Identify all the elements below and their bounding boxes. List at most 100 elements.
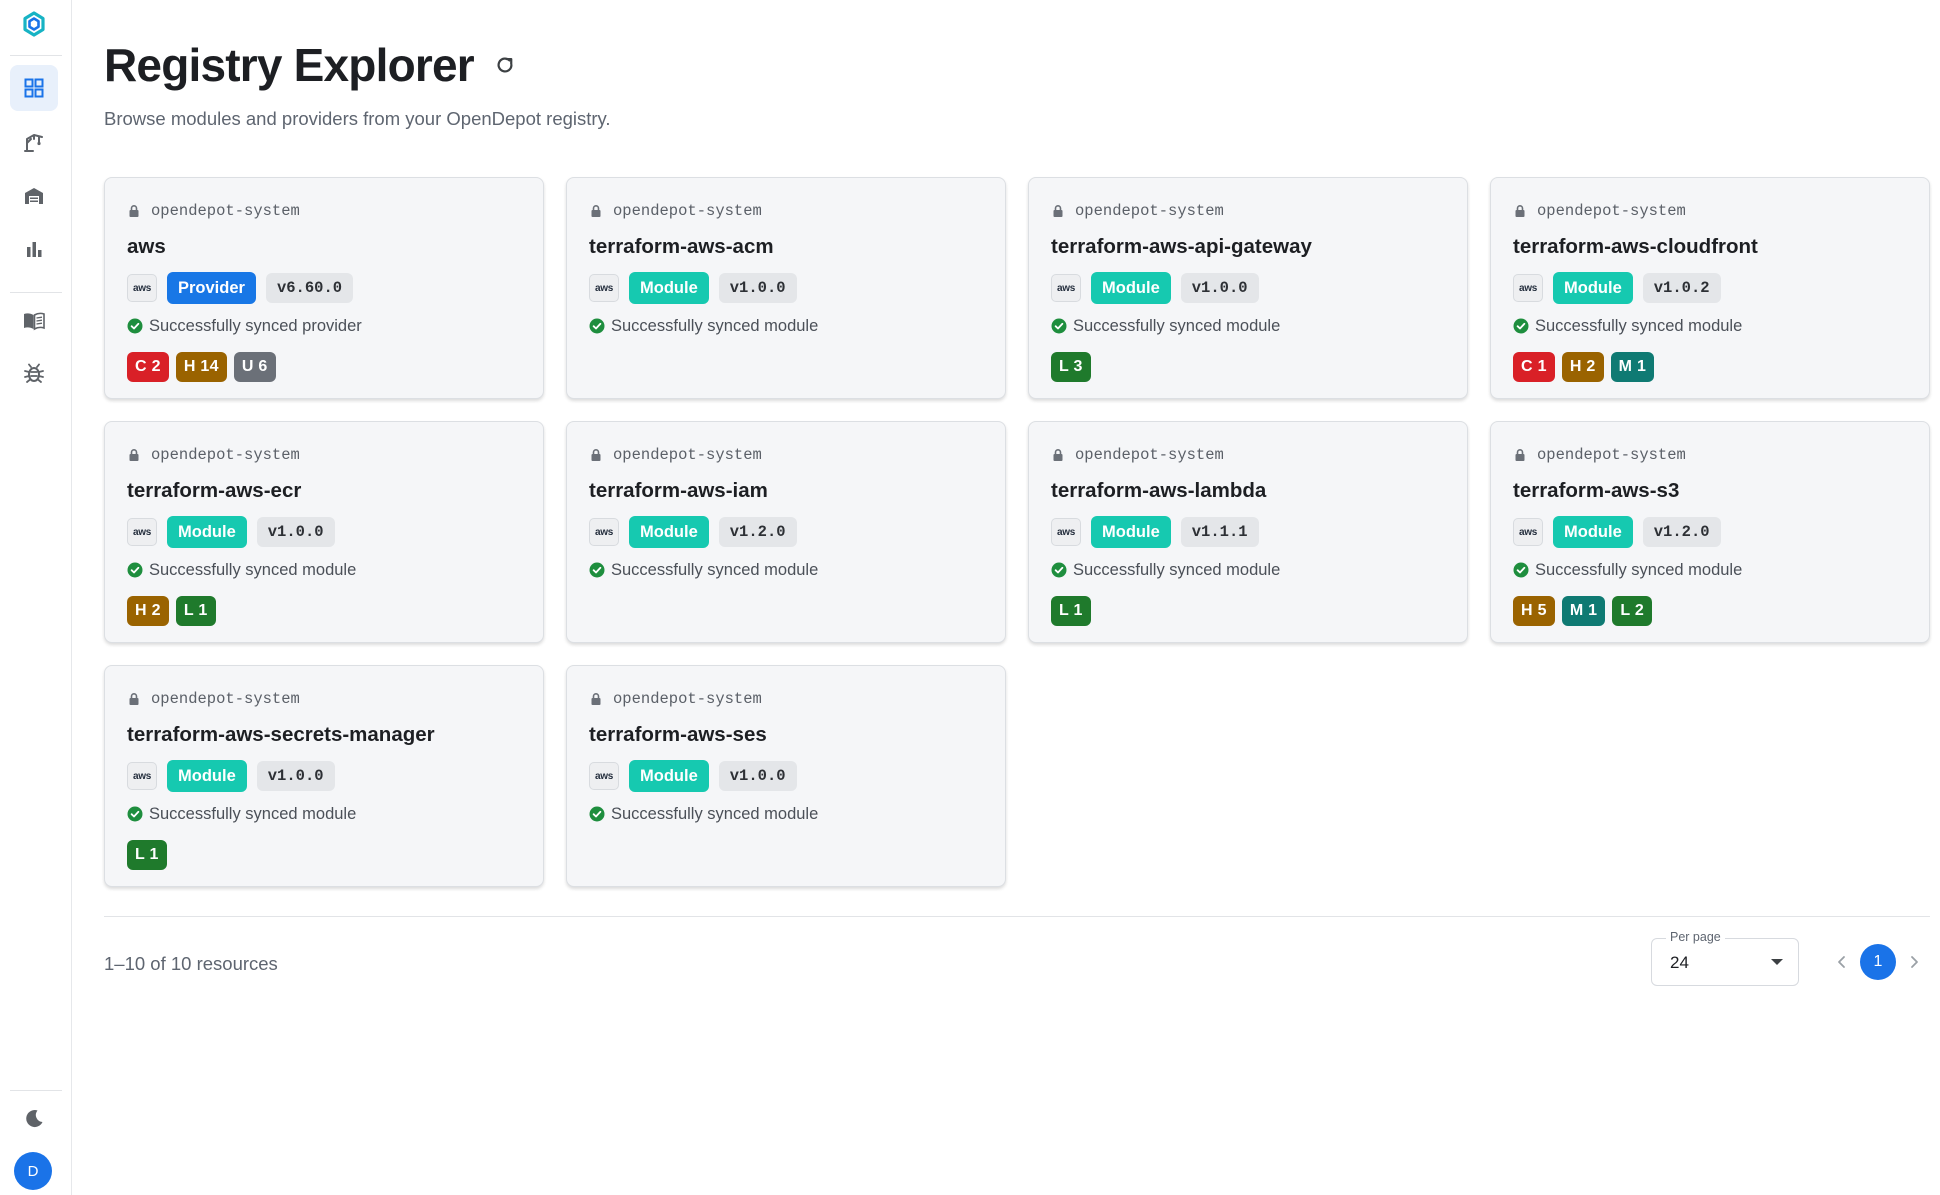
resource-card[interactable]: opendepot-system terraform-aws-cloudfront… <box>1490 177 1930 399</box>
version-badge: v1.0.0 <box>256 761 335 791</box>
next-page-button[interactable] <box>1896 944 1932 980</box>
check-circle-icon <box>127 318 143 334</box>
kind-badge: Provider <box>167 272 256 304</box>
tag-row: aws Provider v6.60.0 <box>127 272 521 304</box>
footer-divider <box>104 916 1930 917</box>
aws-logo-text: aws <box>1518 282 1537 294</box>
aws-logo-icon: aws <box>1051 518 1081 546</box>
tag-row: aws Module v1.0.0 <box>1051 272 1445 304</box>
per-page-label: Per page <box>1666 930 1725 944</box>
nav-analytics[interactable] <box>10 226 58 272</box>
previous-page-button[interactable] <box>1824 944 1860 980</box>
version-badge: v1.0.0 <box>1180 273 1259 303</box>
version-badge: v1.0.0 <box>718 273 797 303</box>
aws-logo-icon: aws <box>589 274 619 302</box>
sidebar: D <box>0 0 72 1195</box>
resource-grid: opendepot-system aws aws Provider v6.60.0 Suc… <box>104 177 1930 887</box>
severity-badge-h[interactable]: H 2 <box>1561 352 1604 382</box>
avatar[interactable]: D <box>14 1152 52 1190</box>
book-icon <box>24 312 45 331</box>
sync-status: Successfully synced module <box>1513 559 1907 581</box>
severity-badges <box>589 352 983 382</box>
sync-status: Successfully synced module <box>1051 559 1445 581</box>
check-circle-icon <box>589 318 605 334</box>
severity-badge-c[interactable]: C 1 <box>1513 352 1555 382</box>
theme-toggle-button[interactable] <box>10 1096 58 1142</box>
sync-status: Successfully synced module <box>589 315 983 337</box>
bug-icon <box>24 363 44 383</box>
refresh-icon <box>497 57 513 73</box>
lock-icon <box>129 693 139 705</box>
severity-badges <box>589 596 983 626</box>
severity-badge-l[interactable]: L 1 <box>127 840 167 870</box>
aws-logo-icon: aws <box>127 274 157 302</box>
aws-logo-icon: aws <box>1513 518 1543 546</box>
severity-badge-h[interactable]: H 2 <box>127 596 169 626</box>
severity-badges: C 2H 14 U 6 <box>127 352 521 382</box>
sync-status-text: Successfully synced module <box>1535 560 1743 579</box>
pagination: 1 <box>1824 944 1932 980</box>
nav-depots[interactable] <box>10 173 58 219</box>
severity-badge-c[interactable]: C 2 <box>127 352 169 382</box>
resource-card[interactable]: opendepot-system terraform-aws-api-gatewa… <box>1028 177 1468 399</box>
resource-name: terraform-aws-ses <box>589 723 767 746</box>
resource-card[interactable]: opendepot-system terraform-aws-s3 aws Modul… <box>1490 421 1930 643</box>
nav-issues[interactable] <box>10 350 58 396</box>
resource-card[interactable]: opendepot-system terraform-aws-ses aws Modu… <box>566 665 1006 887</box>
severity-badge-l[interactable]: L 1 <box>1051 596 1091 626</box>
namespace-label: opendepot-system <box>613 690 762 708</box>
sync-status: Successfully synced module <box>1513 315 1907 337</box>
severity-badge-l[interactable]: L 1 <box>175 596 216 626</box>
kind-badge: Module <box>167 760 247 792</box>
tag-row: aws Module v1.0.0 <box>127 760 521 792</box>
opendepot-logo-icon[interactable] <box>20 10 48 38</box>
resource-card[interactable]: opendepot-system terraform-aws-iam aws Modu… <box>566 421 1006 643</box>
resource-card[interactable]: opendepot-system terraform-aws-acm aws Modu… <box>566 177 1006 399</box>
severity-badge-m[interactable]: M 1 <box>1610 352 1655 382</box>
severity-badge-l[interactable]: L 3 <box>1051 352 1091 382</box>
sync-status-text: Successfully synced provider <box>149 316 362 335</box>
resource-card[interactable]: opendepot-system aws aws Provider v6.60.0 Suc… <box>104 177 544 399</box>
page-subtitle: Browse modules and providers from your O… <box>104 108 611 129</box>
aws-logo-text: aws <box>1056 526 1075 538</box>
namespace-row: opendepot-system <box>589 201 983 221</box>
resource-name: terraform-aws-ecr <box>127 479 302 502</box>
page-button-current[interactable]: 1 <box>1860 944 1896 980</box>
aws-logo-text: aws <box>594 282 613 294</box>
sync-status-text: Successfully synced module <box>1073 560 1281 579</box>
page-header: Registry Explorer <box>104 38 518 92</box>
severity-badge-h[interactable]: H 14 <box>175 352 227 382</box>
sync-status-text: Successfully synced module <box>1535 316 1743 335</box>
kind-badge: Module <box>1091 516 1171 548</box>
sync-status-text: Successfully synced module <box>149 560 357 579</box>
nav-registry-explorer[interactable] <box>10 65 58 111</box>
namespace-label: opendepot-system <box>151 690 300 708</box>
severity-badge-h[interactable]: H 5 <box>1513 596 1555 626</box>
resource-card[interactable]: opendepot-system terraform-aws-ecr aws Modu… <box>104 421 544 643</box>
per-page-select[interactable]: Per page 24 <box>1651 930 1799 986</box>
namespace-row: opendepot-system <box>127 201 521 221</box>
version-badge: v1.0.0 <box>718 761 797 791</box>
severity-badge-u[interactable]: U 6 <box>233 352 276 382</box>
check-circle-icon <box>1513 318 1529 334</box>
namespace-row: opendepot-system <box>589 689 983 709</box>
kind-badge: Module <box>1553 272 1633 304</box>
resource-card[interactable]: opendepot-system terraform-aws-secrets-ma… <box>104 665 544 887</box>
severity-badge-m[interactable]: M 1 <box>1561 596 1606 626</box>
grid-icon <box>24 78 44 98</box>
chevron-left-icon <box>1838 956 1845 968</box>
aws-logo-text: aws <box>1518 526 1537 538</box>
severity-badge-l[interactable]: L 2 <box>1612 596 1653 626</box>
severity-badges <box>589 840 983 870</box>
resource-name: aws <box>127 235 166 258</box>
aws-logo-text: aws <box>132 770 151 782</box>
nav-builds[interactable] <box>10 119 58 165</box>
sync-status-text: Successfully synced module <box>149 804 357 823</box>
resource-card[interactable]: opendepot-system terraform-aws-lambda aws M… <box>1028 421 1468 643</box>
check-circle-icon <box>127 562 143 578</box>
sync-status: Successfully synced module <box>589 559 983 581</box>
refresh-button[interactable] <box>492 52 518 78</box>
lock-icon <box>129 205 139 217</box>
nav-docs[interactable] <box>10 298 58 344</box>
namespace-label: opendepot-system <box>1537 446 1686 464</box>
